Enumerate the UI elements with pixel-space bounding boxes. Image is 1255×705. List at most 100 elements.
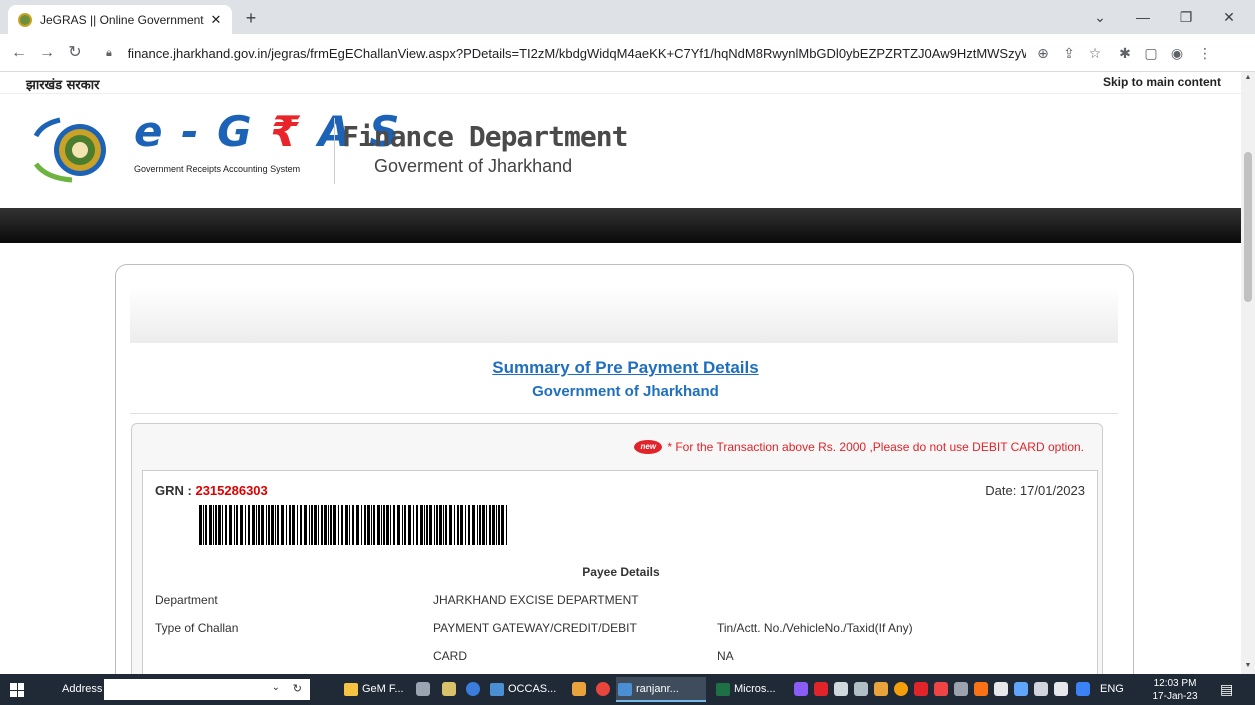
panel-divider xyxy=(130,413,1118,414)
tin-label: Tin/Actt. No./VehicleNo./Taxid(If Any) xyxy=(717,621,913,635)
challan-date: Date: 17/01/2023 xyxy=(985,483,1085,498)
tab-search-icon[interactable]: ⌄ xyxy=(1080,0,1120,34)
search-icon[interactable] xyxy=(894,682,908,696)
department-value: JHARKHAND EXCISE DEPARTMENT xyxy=(433,593,639,607)
extensions-icon[interactable]: ✱ xyxy=(1114,42,1136,64)
url-text: finance.jharkhand.gov.in/jegras/frmEgECh… xyxy=(127,45,1026,61)
page-viewport: झारखंड सरकार Skip to main content e - G … xyxy=(0,72,1241,674)
challan-container: new * For the Transaction above Rs. 2000… xyxy=(131,423,1103,674)
tab-title: JeGRAS || Online Government Re xyxy=(40,12,208,27)
summary-title[interactable]: Summary of Pre Payment Details xyxy=(116,358,1135,378)
nav-bar xyxy=(0,208,1241,243)
department-label: Department xyxy=(155,593,218,607)
department-title: Finance Department xyxy=(342,120,628,153)
taskbar-item-occas[interactable]: OCCAS... xyxy=(488,677,562,702)
share-icon[interactable]: ⇪ xyxy=(1058,42,1080,64)
address-toolbar-label: Address xyxy=(62,683,103,695)
site-favicon-icon xyxy=(18,12,32,27)
tray-app-icon[interactable] xyxy=(934,682,948,696)
forward-icon[interactable]: → xyxy=(34,40,60,66)
bookmark-star-icon[interactable]: ☆ xyxy=(1084,42,1106,64)
menu-kebab-icon[interactable]: ⋮ xyxy=(1194,42,1216,64)
taskbar-address-input[interactable]: ⌄ ↻ xyxy=(104,679,310,700)
windows-taskbar: Address ⌄ ↻ GeM F... OCCAS... ranjanr...… xyxy=(0,674,1255,705)
grn-label: GRN : xyxy=(155,483,192,498)
grn-field: GRN : 2315286303 xyxy=(155,483,268,498)
scroll-up-icon[interactable]: ▲ xyxy=(1241,74,1255,81)
taskbar-item-microsoft[interactable]: Micros... xyxy=(714,677,786,702)
grn-barcode xyxy=(199,505,507,545)
browser-toolbar: ← → ↻ 🔒︎ finance.jharkhand.gov.in/jegras… xyxy=(0,34,1255,72)
scroll-down-icon[interactable]: ▼ xyxy=(1241,662,1255,669)
defender-icon[interactable] xyxy=(1076,682,1090,696)
tray-app-icon[interactable] xyxy=(974,682,988,696)
challan-type-label: Type of Challan xyxy=(155,621,239,635)
back-icon[interactable]: ← xyxy=(6,40,32,66)
zoom-icon[interactable]: ⊕ xyxy=(1032,42,1054,64)
skip-to-content-link[interactable]: Skip to main content xyxy=(1103,75,1221,89)
notifications-icon[interactable]: ▤ xyxy=(1220,674,1233,705)
vlc-icon[interactable] xyxy=(572,682,586,696)
jharkhand-emblem-logo-icon xyxy=(33,117,106,183)
tray-app-icon[interactable] xyxy=(794,682,808,696)
address-bar[interactable]: 🔒︎ finance.jharkhand.gov.in/jegras/frmEg… xyxy=(106,38,1026,68)
app-circle-icon[interactable] xyxy=(466,682,480,696)
tray-app-icon[interactable] xyxy=(914,682,928,696)
payee-details-heading: Payee Details xyxy=(582,565,660,579)
tab-close-icon[interactable]: ✕ xyxy=(208,12,224,28)
minimize-icon[interactable]: — xyxy=(1123,0,1163,34)
challan-type-value: PAYMENT GATEWAY/CREDIT/DEBIT xyxy=(433,621,637,635)
grn-value: 2315286303 xyxy=(195,483,268,498)
debit-card-notice: new * For the Transaction above Rs. 2000… xyxy=(634,440,1084,454)
taskbar-item-ranjan[interactable]: ranjanr... xyxy=(616,677,706,702)
side-panel-icon[interactable]: ▢ xyxy=(1140,42,1162,64)
chrome-icon[interactable] xyxy=(596,682,610,696)
language-indicator[interactable]: ENG xyxy=(1100,674,1124,705)
browser-tab-strip: JeGRAS || Online Government Re ✕ + ⌄ — ❐… xyxy=(0,0,1255,34)
reload-icon[interactable]: ↻ xyxy=(62,40,88,66)
tray-app-icon[interactable] xyxy=(874,682,888,696)
notepad-icon[interactable] xyxy=(442,682,456,696)
page-scrollbar[interactable]: ▲ ▼ xyxy=(1241,72,1255,674)
challan-card: GRN : 2315286303 Date: 17/01/2023 Payee … xyxy=(142,470,1098,674)
browser-tab[interactable]: JeGRAS || Online Government Re ✕ xyxy=(8,5,232,34)
new-tab-button[interactable]: + xyxy=(240,8,262,30)
taskbar-clock[interactable]: 12:03 PM 17-Jan-23 xyxy=(1148,677,1202,703)
volume-icon[interactable] xyxy=(1054,682,1068,696)
egras-tagline: Government Receipts Accounting System xyxy=(134,164,301,174)
top-strip: झारखंड सरकार Skip to main content xyxy=(0,72,1241,94)
windows-start-icon[interactable] xyxy=(10,683,24,697)
address-dropdown-icon[interactable]: ⌄ xyxy=(272,682,280,693)
tray-app-icon[interactable] xyxy=(814,682,828,696)
profile-avatar-icon[interactable]: ◉ xyxy=(1166,42,1188,64)
chrome-window-icon xyxy=(618,683,632,696)
summary-panel: Summary of Pre Payment Details Governmen… xyxy=(115,264,1134,674)
clock-date: 17-Jan-23 xyxy=(1152,691,1198,702)
challan-type-value-cont: CARD xyxy=(433,649,468,663)
close-window-icon[interactable]: ✕ xyxy=(1209,0,1249,34)
folder-icon xyxy=(344,683,358,696)
tin-value: NA xyxy=(717,649,734,663)
clock-time: 12:03 PM xyxy=(1153,678,1197,689)
notice-text: * For the Transaction above Rs. 2000 ,Pl… xyxy=(667,440,1084,454)
battery-icon[interactable] xyxy=(1034,682,1048,696)
department-subtitle: Goverment of Jharkhand xyxy=(374,156,573,176)
network-icon[interactable] xyxy=(954,682,968,696)
hindi-govt-label: झारखंड सरकार xyxy=(26,78,100,93)
chevron-left-icon[interactable] xyxy=(994,682,1008,696)
taskbar-item-gem[interactable]: GeM F... xyxy=(342,677,406,702)
display-icon[interactable] xyxy=(1014,682,1028,696)
restore-icon[interactable]: ❐ xyxy=(1166,0,1206,34)
tray-app-icon[interactable] xyxy=(834,682,848,696)
header-divider xyxy=(334,118,335,184)
scrollbar-thumb[interactable] xyxy=(1244,152,1252,302)
excel-icon xyxy=(716,683,730,696)
summary-subtitle: Government of Jharkhand xyxy=(532,383,719,400)
tray-app-icon[interactable] xyxy=(854,682,868,696)
new-badge-icon: new xyxy=(634,440,663,454)
site-header: e - G ₹ A S Government Receipts Accounti… xyxy=(0,94,1241,208)
app-icon[interactable] xyxy=(416,682,430,696)
document-icon xyxy=(490,683,504,696)
panel-header-gradient xyxy=(130,287,1118,343)
address-go-icon[interactable]: ↻ xyxy=(293,682,302,695)
